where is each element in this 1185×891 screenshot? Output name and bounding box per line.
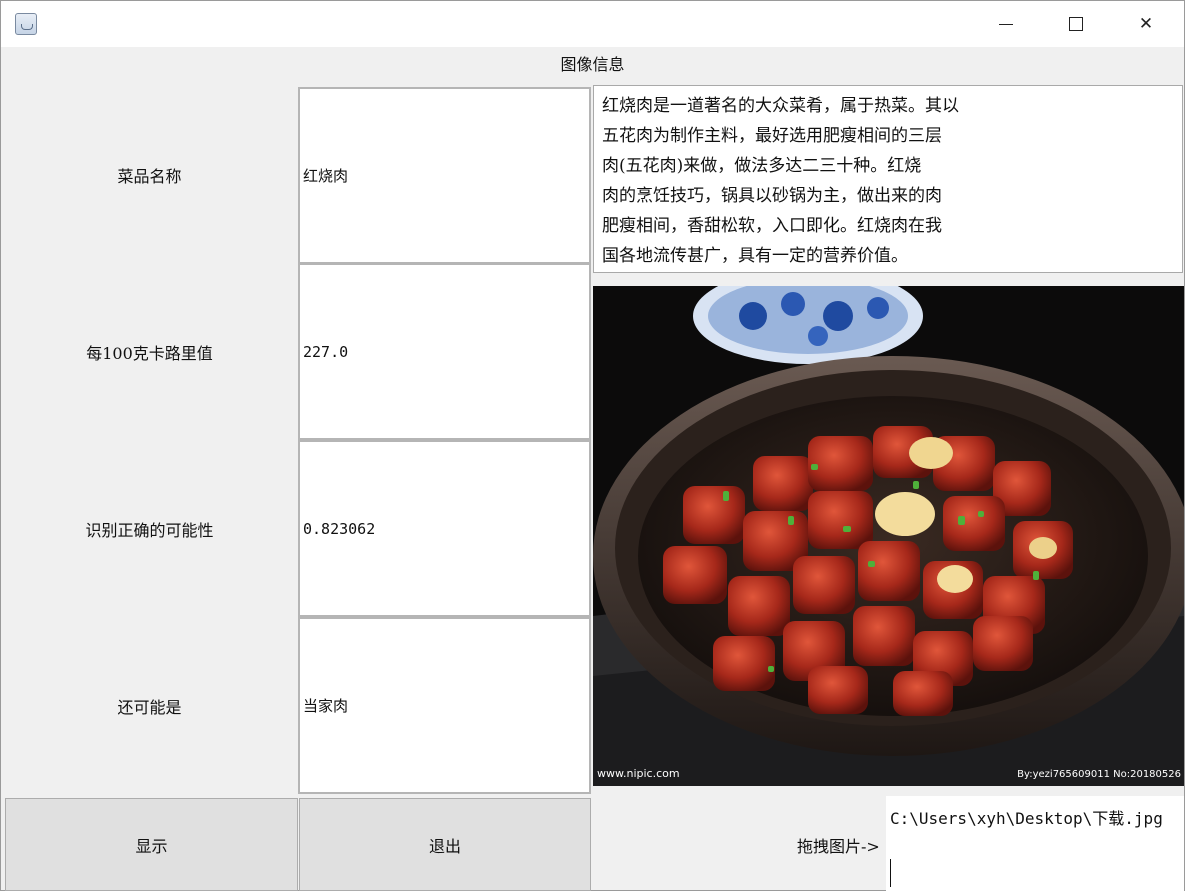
maximize-button[interactable]	[1041, 1, 1111, 47]
java-app-icon	[15, 13, 37, 35]
alternative-label: 还可能是	[117, 698, 182, 717]
description-line: 肉的烹饪技巧，锅具以砂锅为主，做出来的肉	[602, 186, 942, 206]
drag-image-label: 拖拽图片->	[797, 837, 880, 856]
confidence-label: 识别正确的可能性	[85, 521, 214, 540]
calorie-field[interactable]: 227.0	[298, 263, 591, 440]
alternative-field[interactable]: 当家肉	[298, 617, 591, 794]
watermark-right: By:yezi765609011 No:20180526	[1017, 769, 1181, 780]
description-line: 五花肉为制作主料，最好选用肥瘦相间的三层	[602, 126, 942, 146]
image-path-input[interactable]: C:\Users\xyh\Desktop\下载.jpg	[886, 796, 1184, 891]
description-textarea[interactable]: 红烧肉是一道著名的大众菜肴，属于热菜。其以 五花肉为制作主料，最好选用肥瘦相间的…	[593, 85, 1183, 273]
minimize-icon	[999, 23, 1013, 25]
dish-name-label: 菜品名称	[117, 167, 182, 186]
title-bar[interactable]: ✕	[1, 1, 1184, 47]
show-button[interactable]: 显示	[5, 798, 298, 891]
confidence-field[interactable]: 0.823062	[298, 440, 591, 617]
exit-button[interactable]: 退出	[299, 798, 591, 891]
dish-name-field[interactable]: 红烧肉	[298, 87, 591, 264]
app-window: ✕ 图像信息 菜品名称 红烧肉 每100克卡路里值 227.0 识别正确的可能性…	[0, 0, 1185, 891]
description-line: 红烧肉是一道著名的大众菜肴，属于热菜。其以	[602, 96, 959, 116]
dish-photo: www.nipic.com By:yezi765609011 No:201805…	[593, 286, 1184, 786]
watermark-left: www.nipic.com	[597, 767, 680, 780]
description-line: 肉(五花肉)来做，做法多达二三十种。红烧	[602, 156, 922, 176]
close-icon: ✕	[1138, 14, 1154, 34]
panel-title: 图像信息	[560, 55, 625, 74]
text-caret	[890, 859, 891, 887]
maximize-icon	[1069, 17, 1083, 31]
calorie-label: 每100克卡路里值	[86, 344, 213, 363]
minimize-button[interactable]	[971, 1, 1041, 47]
description-line: 肥瘦相间，香甜松软，入口即化。红烧肉在我	[602, 216, 942, 236]
description-line: 国各地流传甚广，具有一定的营养价值。	[602, 246, 908, 266]
close-button[interactable]: ✕	[1111, 1, 1181, 47]
